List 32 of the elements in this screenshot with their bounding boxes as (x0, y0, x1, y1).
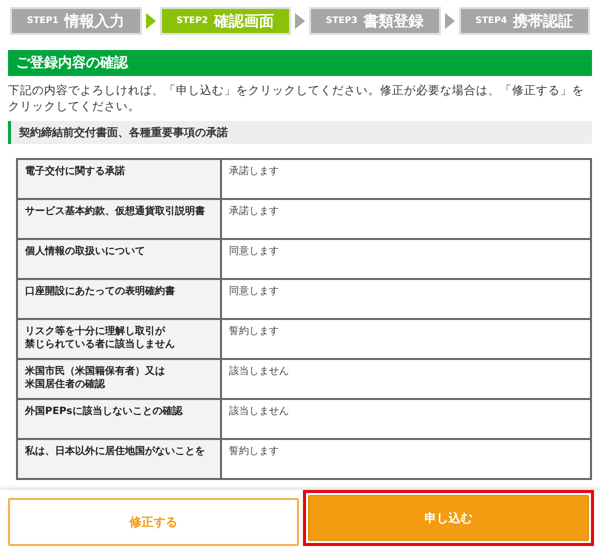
table-cell: 私は、日本以外に居住地国がないことを (17, 439, 221, 479)
table-cell: 電子交付に関する承諾 (17, 159, 221, 199)
table-cell: リスク等を十分に理解し取引が 禁じられている者に該当しません (17, 319, 221, 359)
table-cell: 口座開設にあたっての表明確約書 (17, 279, 221, 319)
table-cell: 承諾します (221, 199, 591, 239)
arrow-icon (295, 13, 305, 29)
step-number: STEP1 (26, 16, 59, 26)
table-cell: 個人情報の取扱いについて (17, 239, 221, 279)
table-cell: 同意します (221, 239, 591, 279)
table-cell: 誓約します (221, 439, 591, 479)
table-cell: 外国PEPsに該当しないことの確認 (17, 399, 221, 439)
step-label: 情報入力 (64, 12, 125, 30)
table-cell: 米国市民（米国籍保有者）又は 米国居住者の確認 (17, 359, 221, 399)
step-number: STEP2 (176, 16, 208, 26)
step-label: 確認画面 (214, 12, 274, 30)
arrow-icon (444, 13, 454, 29)
step-number: STEP3 (326, 16, 358, 26)
arrow-icon (146, 13, 156, 29)
step-label: 書類登録 (364, 12, 424, 30)
step-number: STEP4 (475, 16, 508, 26)
apply-button[interactable]: 申し込む (308, 495, 589, 541)
table-cell: 同意します (221, 279, 591, 319)
table-cell: 該当しません (221, 399, 591, 439)
step-label: 携帯認証 (513, 12, 574, 30)
table-cell: サービス基本約款、仮想通貨取引説明書 (17, 199, 221, 239)
table-cell: 承諾します (221, 159, 591, 199)
edit-button[interactable]: 修正する (8, 498, 299, 546)
subsection-title: 契約締結前交付書面、各種重要事項の承諾 (8, 121, 592, 144)
section-title: ご登録内容の確認 (8, 50, 592, 76)
intro-text: 下記の内容でよろしければ、「申し込む」をクリックしてください。修正が必要な場合は、「修正する」をクリックしてください。 (8, 82, 585, 114)
table-cell: 該当しません (221, 359, 591, 399)
table-cell: 誓約します (221, 319, 591, 359)
